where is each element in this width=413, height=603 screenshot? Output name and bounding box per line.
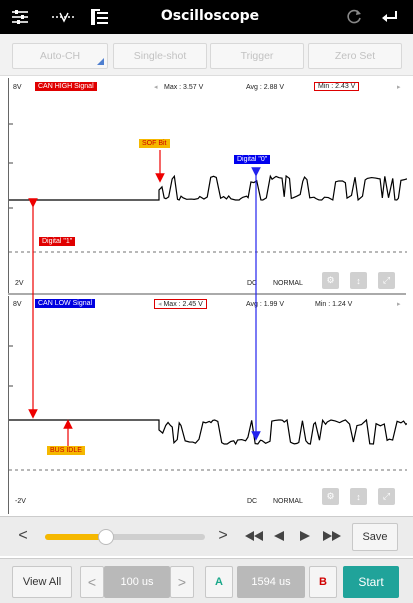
scroll-left-icon[interactable]: < <box>16 527 30 544</box>
view-all-button[interactable]: View All <box>12 566 72 598</box>
timeline-slider-fill <box>45 534 106 540</box>
timeline-slider[interactable] <box>45 529 205 545</box>
timeline-slider-knob[interactable] <box>97 529 114 545</box>
start-button[interactable]: Start <box>343 566 399 598</box>
playback-toolbar: < > Save <box>0 516 413 556</box>
step-forward-icon[interactable] <box>298 528 312 544</box>
cursor-time-value: 1594 us <box>237 566 305 598</box>
time-decrease-button[interactable]: < <box>80 566 104 598</box>
save-button[interactable]: Save <box>352 523 398 551</box>
chevron-left-icon: < <box>87 574 97 590</box>
annotation-arrows <box>28 150 261 446</box>
cursor-a-button[interactable]: A <box>205 566 233 598</box>
fast-forward-icon[interactable] <box>322 528 342 544</box>
chevron-right-icon: > <box>177 574 187 590</box>
rewind-icon[interactable] <box>244 528 264 544</box>
cursor-b-button[interactable]: B <box>309 566 337 598</box>
step-back-icon[interactable] <box>272 528 286 544</box>
time-per-div-value: 100 us <box>104 566 170 598</box>
time-increase-button[interactable]: > <box>170 566 194 598</box>
bottom-toolbar: View All < 100 us > A 1594 us B Start <box>0 558 413 603</box>
scroll-right-icon[interactable]: > <box>216 527 230 544</box>
